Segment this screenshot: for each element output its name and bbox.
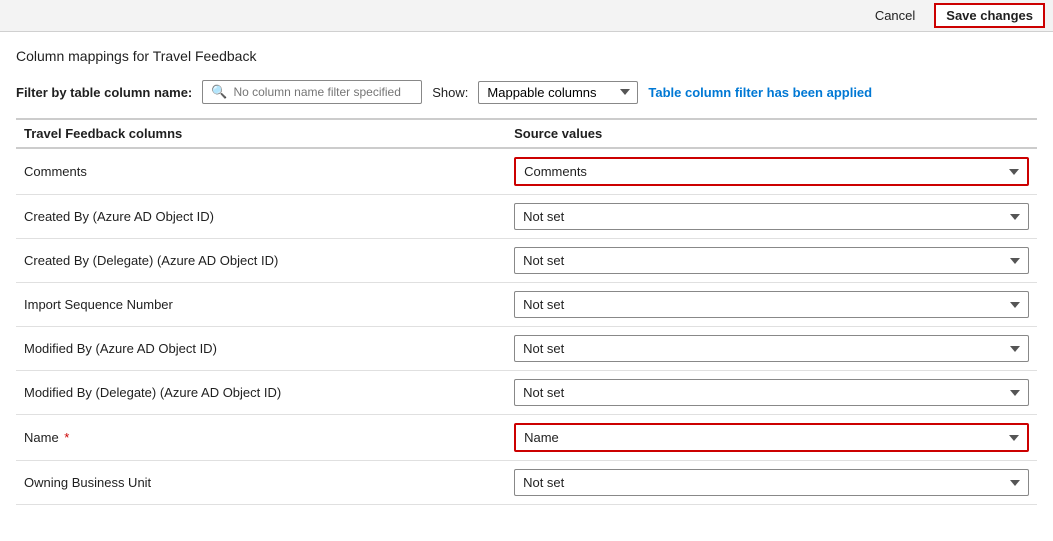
source-value-select[interactable]: Not set bbox=[514, 335, 1029, 362]
table-row: Modified By (Azure AD Object ID) Not set bbox=[16, 327, 1037, 371]
required-star: * bbox=[61, 430, 70, 445]
source-select-wrapper: Not set bbox=[514, 203, 1029, 230]
column-name-label: Modified By (Delegate) (Azure AD Object … bbox=[24, 385, 281, 400]
save-button[interactable]: Save changes bbox=[934, 3, 1045, 28]
table-row: Created By (Azure AD Object ID) Not set bbox=[16, 195, 1037, 239]
search-icon: 🔍 bbox=[211, 84, 227, 100]
col1-header: Travel Feedback columns bbox=[16, 119, 506, 148]
page-title: Column mappings for Travel Feedback bbox=[16, 48, 1037, 64]
source-select-wrapper: Not set bbox=[514, 469, 1029, 496]
source-select-wrapper: Not set bbox=[514, 335, 1029, 362]
filter-applied-text: Table column filter has been applied bbox=[648, 85, 872, 100]
source-value-select[interactable]: Name bbox=[514, 423, 1029, 452]
table-row: Modified By (Delegate) (Azure AD Object … bbox=[16, 371, 1037, 415]
column-name-label: Name bbox=[24, 430, 59, 445]
page-content: Column mappings for Travel Feedback Filt… bbox=[0, 32, 1053, 505]
show-select[interactable]: Mappable columnsAll columnsMapped column… bbox=[478, 81, 638, 104]
source-value-select[interactable]: Comments bbox=[514, 157, 1029, 186]
source-value-select[interactable]: Not set bbox=[514, 379, 1029, 406]
mapping-table: Travel Feedback columns Source values Co… bbox=[16, 118, 1037, 505]
filter-row: Filter by table column name: 🔍 Show: Map… bbox=[16, 80, 1037, 104]
source-value-select[interactable]: Not set bbox=[514, 203, 1029, 230]
column-name-label: Import Sequence Number bbox=[24, 297, 173, 312]
column-name-label: Created By (Delegate) (Azure AD Object I… bbox=[24, 253, 278, 268]
table-row: Import Sequence Number Not set bbox=[16, 283, 1037, 327]
column-name-label: Comments bbox=[24, 164, 87, 179]
col2-header: Source values bbox=[506, 119, 1037, 148]
cancel-button[interactable]: Cancel bbox=[864, 4, 926, 27]
source-select-wrapper: Not set bbox=[514, 291, 1029, 318]
source-select-wrapper: Name bbox=[514, 423, 1029, 452]
source-value-select[interactable]: Not set bbox=[514, 291, 1029, 318]
column-filter-input[interactable] bbox=[233, 85, 413, 99]
source-select-wrapper: Not set bbox=[514, 379, 1029, 406]
table-row: Created By (Delegate) (Azure AD Object I… bbox=[16, 239, 1037, 283]
filter-label: Filter by table column name: bbox=[16, 85, 192, 100]
filter-input-wrapper: 🔍 bbox=[202, 80, 422, 104]
column-name-label: Created By (Azure AD Object ID) bbox=[24, 209, 214, 224]
table-header-row: Travel Feedback columns Source values bbox=[16, 119, 1037, 148]
source-value-select[interactable]: Not set bbox=[514, 247, 1029, 274]
source-select-wrapper: Not set bbox=[514, 247, 1029, 274]
table-row: Name *Name bbox=[16, 415, 1037, 461]
show-label: Show: bbox=[432, 85, 468, 100]
source-value-select[interactable]: Not set bbox=[514, 469, 1029, 496]
table-row: Comments Comments bbox=[16, 148, 1037, 195]
column-name-label: Modified By (Azure AD Object ID) bbox=[24, 341, 217, 356]
column-name-label: Owning Business Unit bbox=[24, 475, 151, 490]
top-toolbar: Cancel Save changes bbox=[0, 0, 1053, 32]
table-row: Owning Business Unit Not set bbox=[16, 461, 1037, 505]
source-select-wrapper: Comments bbox=[514, 157, 1029, 186]
